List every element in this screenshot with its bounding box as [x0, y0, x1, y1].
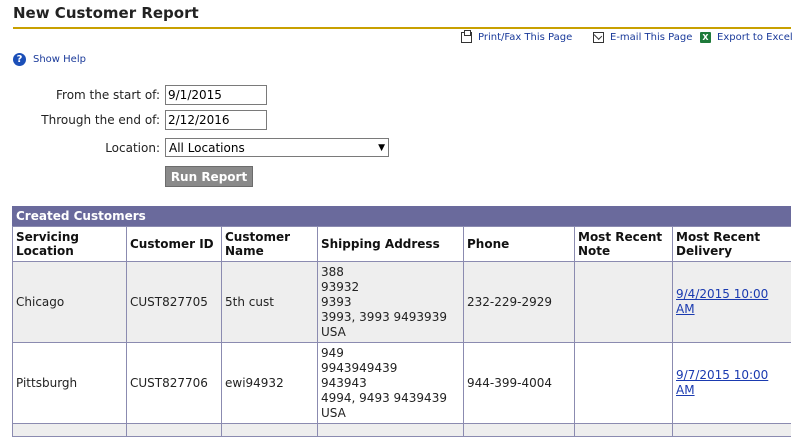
- column-header-customer-name[interactable]: Customer Name: [221, 226, 318, 262]
- column-header-servicing-location[interactable]: Servicing Location: [12, 226, 127, 262]
- most-recent-delivery-cell: 9/7/2015 10:00 AM: [672, 342, 791, 424]
- address-line: 93932: [321, 279, 360, 294]
- address-line: USA: [321, 324, 346, 339]
- customer-id-cell: CUST827706: [126, 342, 222, 424]
- phone-cell: 944-399-4004: [463, 342, 575, 424]
- address-line: 9943949439: [321, 360, 398, 375]
- table-row: [12, 423, 791, 437]
- show-help-label: Show Help: [33, 54, 86, 65]
- print-fax-link[interactable]: Print/Fax This Page: [461, 30, 573, 43]
- column-header-most-recent-note[interactable]: Most Recent Note: [574, 226, 673, 262]
- created-customers-grid: Created Customers Servicing Location Cus…: [12, 206, 791, 437]
- address-line: 943943: [321, 375, 367, 390]
- address-line: USA: [321, 405, 346, 420]
- address-line: 949: [321, 345, 344, 360]
- table-row: Pittsburgh CUST827706 ewi94932 949 99439…: [12, 342, 791, 424]
- envelope-icon: [593, 32, 604, 43]
- most-recent-delivery-cell: 9/4/2015 10:00 AM: [672, 261, 791, 343]
- print-fax-label: Print/Fax This Page: [478, 32, 573, 43]
- address-line: 4994, 9493 9439439: [321, 390, 447, 405]
- question-icon: ?: [13, 53, 26, 66]
- printer-icon: [461, 30, 472, 43]
- dropdown-arrow-icon: ▼: [378, 142, 385, 153]
- column-header-phone[interactable]: Phone: [463, 226, 575, 262]
- table-header-row: Servicing Location Customer ID Customer …: [12, 226, 791, 262]
- end-date-label: Through the end of:: [41, 113, 160, 127]
- page-title: New Customer Report: [13, 4, 791, 29]
- customer-name-cell: ewi94932: [221, 342, 318, 424]
- export-excel-link[interactable]: X Export to Excel: [700, 32, 793, 43]
- servicing-location-cell: Pittsburgh: [12, 342, 127, 424]
- email-page-link[interactable]: E-mail This Page: [593, 32, 692, 43]
- start-date-input[interactable]: [165, 85, 267, 105]
- delivery-link[interactable]: 9/7/2015 10:00 AM: [676, 368, 768, 397]
- column-header-customer-id[interactable]: Customer ID: [126, 226, 222, 262]
- email-page-label: E-mail This Page: [610, 32, 693, 43]
- customer-name-cell: 5th cust: [221, 261, 318, 343]
- show-help-link[interactable]: ? Show Help: [13, 53, 86, 66]
- excel-icon: X: [700, 32, 711, 43]
- customer-id-cell: CUST827705: [126, 261, 222, 343]
- servicing-location-cell: Chicago: [12, 261, 127, 343]
- table-row: Chicago CUST827705 5th cust 388 93932 93…: [12, 261, 791, 343]
- column-header-shipping-address[interactable]: Shipping Address: [317, 226, 464, 262]
- end-date-row: Through the end of:: [0, 110, 267, 130]
- address-line: 9393: [321, 294, 352, 309]
- shipping-address-cell: 388 93932 9393 3993, 3993 9493939 USA: [317, 261, 464, 343]
- shipping-address-cell: 949 9943949439 943943 4994, 9493 9439439…: [317, 342, 464, 424]
- location-label: Location:: [105, 140, 160, 155]
- export-excel-label: Export to Excel: [717, 32, 793, 43]
- start-date-row: From the start of:: [0, 85, 267, 105]
- phone-cell: 232-229-2929: [463, 261, 575, 343]
- end-date-input[interactable]: [165, 110, 267, 130]
- run-report-button[interactable]: Run Report: [165, 166, 253, 187]
- delivery-link[interactable]: 9/4/2015 10:00 AM: [676, 287, 768, 316]
- address-line: 388: [321, 264, 344, 279]
- page-toolbar: Print/Fax This Page E-mail This Page X E…: [0, 30, 803, 48]
- grid-caption: Created Customers: [12, 206, 791, 226]
- address-line: 3993, 3993 9493939: [321, 309, 447, 324]
- location-row: Location: All Locations ▼: [0, 138, 389, 157]
- most-recent-note-cell: [574, 342, 673, 424]
- most-recent-note-cell: [574, 261, 673, 343]
- location-select[interactable]: All Locations ▼: [165, 138, 389, 157]
- location-selected-value: All Locations: [169, 140, 245, 155]
- start-date-label: From the start of:: [56, 88, 160, 102]
- customers-table: Servicing Location Customer ID Customer …: [12, 226, 791, 437]
- column-header-most-recent-delivery[interactable]: Most Recent Delivery: [672, 226, 791, 262]
